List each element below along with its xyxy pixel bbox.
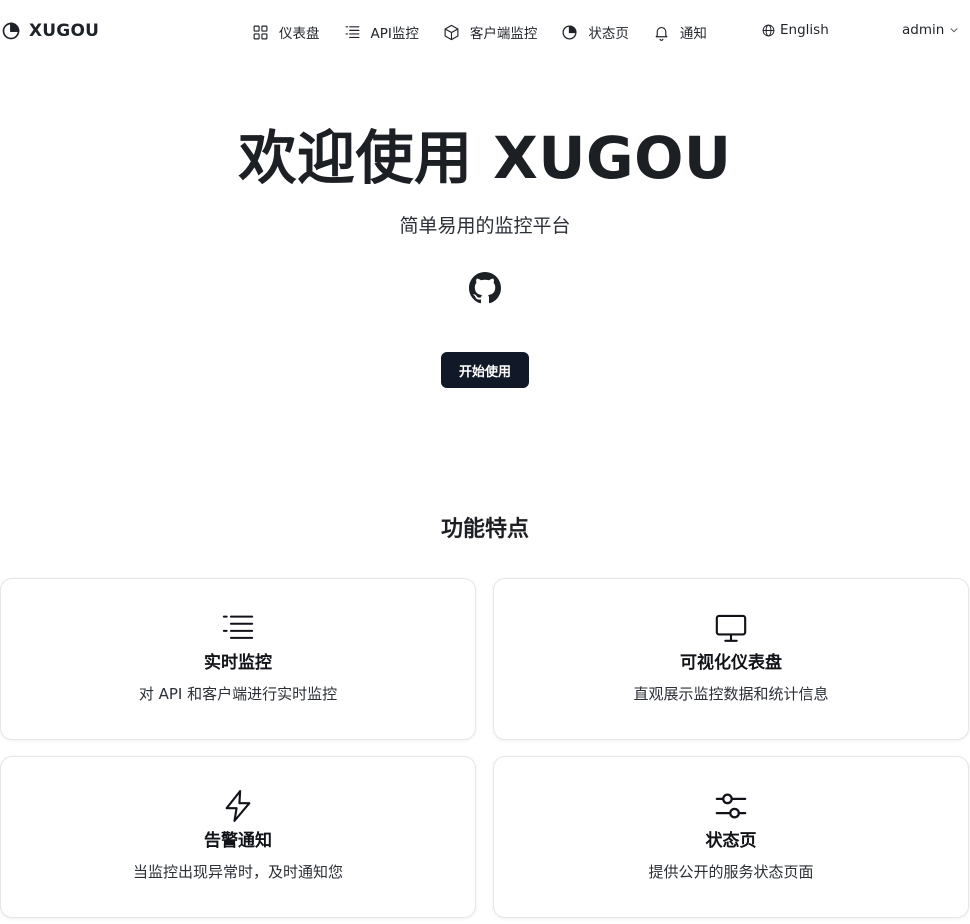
feature-description: 直观展示监控数据和统计信息: [633, 685, 829, 703]
globe-icon: [762, 24, 775, 36]
hero-subtitle: 简单易用的监控平台: [399, 215, 571, 237]
bell-icon: [655, 26, 668, 41]
github-link[interactable]: [469, 272, 501, 304]
chevron-down-icon: [950, 28, 958, 33]
user-menu[interactable]: admin: [902, 22, 959, 38]
feature-icon-wrapper: [221, 789, 255, 823]
feature-title: 实时监控: [204, 653, 272, 673]
language-switcher[interactable]: English: [762, 22, 829, 38]
nav-label: 客户端监控: [469, 26, 538, 42]
nav-item-status-page[interactable]: 状态页: [561, 21, 629, 43]
list-icon: [222, 615, 254, 639]
nav-label: 状态页: [588, 26, 629, 42]
feature-title: 状态页: [705, 831, 757, 851]
nav-label: API监控: [370, 26, 419, 42]
sliders-icon: [715, 793, 747, 819]
pie-icon: [562, 24, 577, 40]
feature-card-realtime-monitoring: 实时监控 对 API 和客户端进行实时监控: [0, 578, 476, 740]
feature-card-visual-dashboard: 可视化仪表盘 直观展示监控数据和统计信息: [493, 578, 969, 740]
list-icon: [345, 25, 359, 38]
feature-description: 提供公开的服务状态页面: [648, 863, 814, 881]
nav-label: 仪表盘: [279, 26, 320, 42]
language-label: English: [780, 22, 829, 38]
monitor-icon: [715, 614, 747, 642]
top-navbar: XUGOU 仪表盘 API监控 客户端监控 状态页 通知 English adm…: [0, 0, 970, 64]
lightning-icon: [225, 790, 251, 822]
nav-label: 通知: [679, 26, 707, 42]
brand-name: XUGOU: [29, 21, 100, 41]
nav-item-api-monitor[interactable]: API监控: [344, 21, 419, 43]
main-nav: 仪表盘 API监控 客户端监控 状态页 通知: [252, 21, 731, 43]
nav-item-notifications[interactable]: 通知: [653, 21, 707, 43]
feature-card-status-page: 状态页 提供公开的服务状态页面: [493, 756, 969, 918]
feature-description: 当监控出现异常时，及时通知您: [132, 863, 343, 881]
grid-icon: [253, 25, 268, 39]
brand-logo[interactable]: XUGOU: [2, 21, 99, 41]
nav-item-dashboard[interactable]: 仪表盘: [252, 21, 320, 43]
features-title: 功能特点: [440, 517, 529, 542]
feature-icon-wrapper: [714, 789, 748, 823]
github-icon: [469, 272, 501, 304]
feature-title: 可视化仪表盘: [680, 653, 782, 673]
feature-description: 对 API 和客户端进行实时监控: [138, 685, 338, 703]
pie-chart-logo-icon: [2, 22, 20, 40]
feature-icon-wrapper: [221, 611, 255, 645]
get-started-button[interactable]: 开始使用: [441, 352, 529, 388]
feature-title: 告警通知: [204, 831, 272, 851]
hero-title: 欢迎使用 XUGOU: [238, 124, 732, 192]
feature-card-alert-notification: 告警通知 当监控出现异常时，及时通知您: [0, 756, 476, 918]
username: admin: [902, 22, 945, 38]
nav-item-client-monitor[interactable]: 客户端监控: [443, 21, 538, 43]
feature-icon-wrapper: [714, 611, 748, 645]
box-icon: [444, 24, 459, 40]
